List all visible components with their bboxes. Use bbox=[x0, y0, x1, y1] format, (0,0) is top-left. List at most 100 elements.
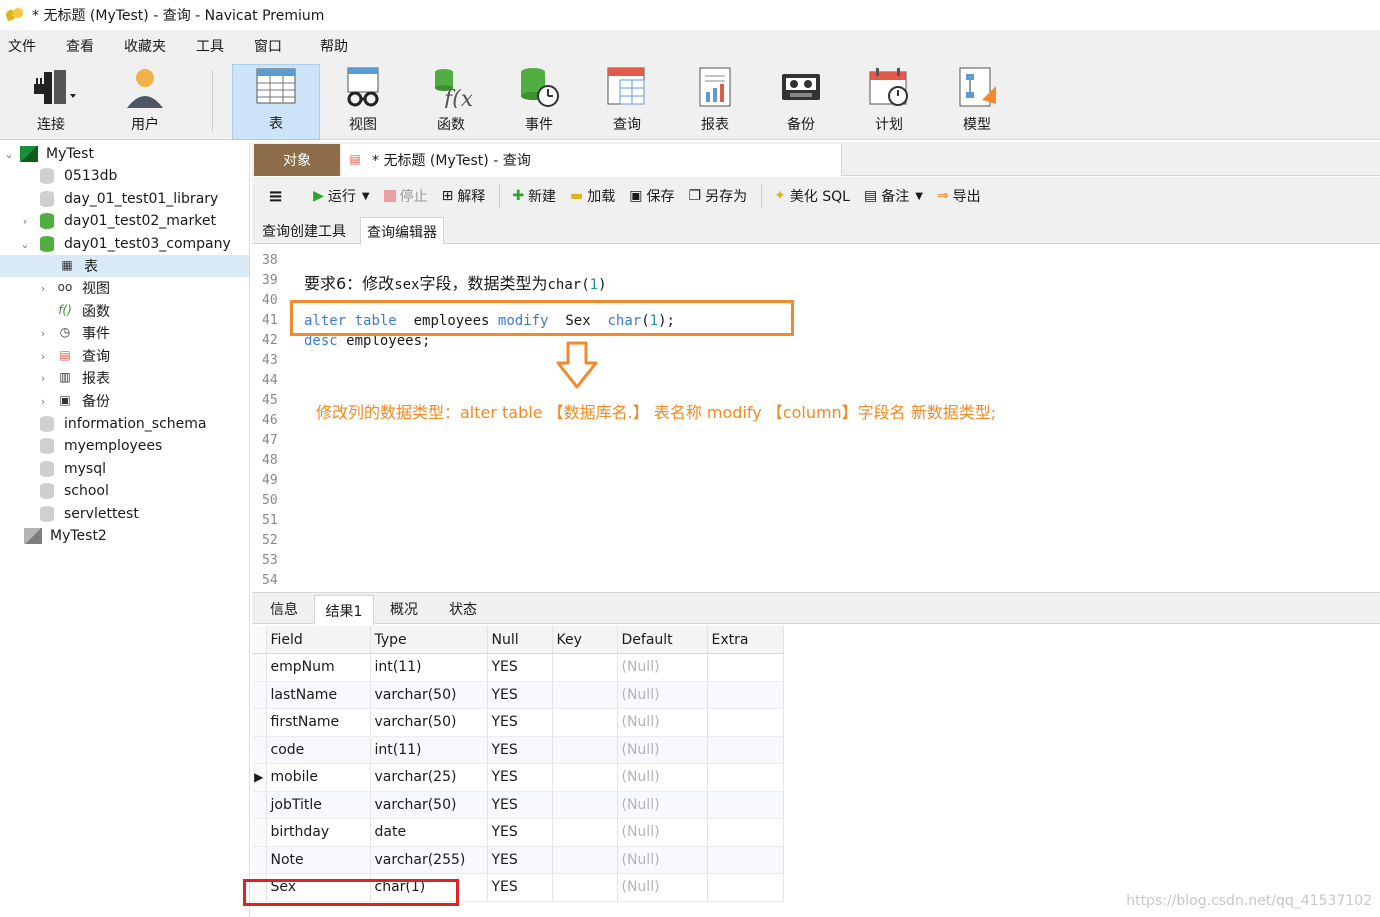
cell-field[interactable]: jobTitle bbox=[266, 791, 371, 819]
explain-button[interactable]: ⊞ 解释 bbox=[442, 186, 486, 206]
cell-default[interactable]: (Null) bbox=[617, 708, 708, 737]
chevron-right-icon[interactable]: › bbox=[36, 372, 50, 385]
backup-button[interactable]: 备份 bbox=[768, 64, 834, 140]
tree-connection-mytest[interactable]: ⌄ MyTest bbox=[2, 143, 94, 165]
tree-backups[interactable]: › ▣ 备份 bbox=[36, 390, 110, 412]
chevron-right-icon[interactable]: › bbox=[18, 215, 32, 228]
column-header[interactable]: Default bbox=[617, 626, 708, 654]
beautify-sql-button[interactable]: ✦ 美化 SQL bbox=[774, 186, 850, 206]
table-row[interactable]: Note varchar(255) YES (Null) bbox=[252, 846, 784, 874]
tree-functions[interactable]: f() 函数 bbox=[56, 300, 110, 322]
column-header[interactable]: Type bbox=[370, 626, 488, 654]
cell-key[interactable] bbox=[552, 736, 618, 764]
cell-null[interactable]: YES bbox=[487, 763, 553, 792]
schedule-button[interactable]: 计划 bbox=[856, 64, 922, 140]
query-button[interactable]: 查询 bbox=[594, 64, 660, 140]
view-button[interactable]: 视图 bbox=[330, 64, 396, 140]
tab-query[interactable]: ▤ * 无标题 (MyTest) - 查询 bbox=[342, 144, 842, 176]
tree-views[interactable]: › oo 视图 bbox=[36, 277, 110, 299]
tab-query-builder[interactable]: 查询创建工具 bbox=[256, 217, 352, 244]
cell-key[interactable] bbox=[552, 846, 618, 874]
save-as-button[interactable]: ❐ 另存为 bbox=[689, 186, 748, 206]
tab-info[interactable]: 信息 bbox=[256, 595, 312, 623]
menu-file[interactable]: 文件 bbox=[4, 36, 40, 56]
cell-field[interactable]: code bbox=[266, 736, 371, 764]
table-row[interactable]: code int(11) YES (Null) bbox=[252, 736, 784, 764]
cell-field[interactable]: birthday bbox=[266, 818, 371, 847]
cell-type[interactable]: varchar(50) bbox=[370, 791, 488, 819]
cell-default[interactable]: (Null) bbox=[617, 736, 708, 764]
column-header[interactable]: Null bbox=[487, 626, 553, 654]
table-row[interactable]: empNum int(11) YES (Null) bbox=[252, 653, 784, 682]
connect-button[interactable]: 连接 bbox=[18, 64, 84, 140]
cell-field[interactable]: mobile bbox=[266, 763, 371, 792]
chevron-right-icon[interactable]: › bbox=[36, 282, 50, 295]
export-button[interactable]: ⇒ 导出 bbox=[937, 186, 981, 206]
tree-db-0513db[interactable]: 0513db bbox=[40, 165, 117, 187]
tab-profile[interactable]: 概况 bbox=[376, 595, 432, 623]
cell-extra[interactable] bbox=[707, 873, 784, 902]
table-row[interactable]: firstName varchar(50) YES (Null) bbox=[252, 708, 784, 737]
tree-db-library[interactable]: day_01_test01_library bbox=[40, 188, 218, 210]
cell-extra[interactable] bbox=[707, 818, 784, 847]
cell-default[interactable]: (Null) bbox=[617, 818, 708, 847]
stop-button[interactable]: 停止 bbox=[383, 186, 428, 206]
cell-extra[interactable] bbox=[707, 708, 784, 737]
results-grid[interactable]: Field Type Null Key Default Extra empNum… bbox=[252, 626, 1380, 917]
cell-key[interactable] bbox=[552, 653, 618, 682]
cell-key[interactable] bbox=[552, 681, 618, 709]
tab-query-editor[interactable]: 查询编辑器 bbox=[360, 217, 444, 245]
cell-key[interactable] bbox=[552, 708, 618, 737]
chevron-down-icon[interactable]: ▼ bbox=[362, 191, 370, 202]
tree-db-school[interactable]: school bbox=[40, 480, 109, 502]
tree-reports[interactable]: › ▥ 报表 bbox=[36, 367, 110, 389]
tree-tables[interactable]: ▦ 表 bbox=[0, 255, 249, 277]
tab-result1[interactable]: 结果1 bbox=[314, 595, 374, 625]
tree-queries[interactable]: › ▤ 查询 bbox=[36, 345, 110, 367]
tree-db-mysql[interactable]: mysql bbox=[40, 458, 106, 480]
column-header[interactable]: Field bbox=[266, 626, 371, 654]
hamburger-menu-icon[interactable]: ≡ bbox=[268, 186, 283, 207]
cell-type[interactable]: varchar(255) bbox=[370, 846, 488, 874]
note-button[interactable]: ▤ 备注 ▼ bbox=[864, 186, 923, 206]
menu-favorites[interactable]: 收藏夹 bbox=[120, 36, 170, 56]
chevron-right-icon[interactable]: › bbox=[36, 395, 50, 408]
function-button[interactable]: f(x) 函数 bbox=[418, 64, 484, 140]
cell-field[interactable]: Note bbox=[266, 846, 371, 874]
cell-default[interactable]: (Null) bbox=[617, 846, 708, 874]
cell-extra[interactable] bbox=[707, 846, 784, 874]
load-button[interactable]: ▬ 加载 bbox=[570, 186, 615, 206]
cell-type[interactable]: varchar(50) bbox=[370, 681, 488, 709]
chevron-down-icon[interactable]: ⌄ bbox=[2, 148, 16, 161]
tree-events[interactable]: › ◷ 事件 bbox=[36, 322, 110, 344]
cell-null[interactable]: YES bbox=[487, 681, 553, 709]
chevron-down-icon[interactable]: ⌄ bbox=[18, 238, 32, 251]
cell-null[interactable]: YES bbox=[487, 791, 553, 819]
cell-extra[interactable] bbox=[707, 736, 784, 764]
run-button[interactable]: ▶ 运行 ▼ bbox=[313, 186, 369, 206]
cell-default[interactable]: (Null) bbox=[617, 791, 708, 819]
column-header[interactable]: Extra bbox=[707, 626, 784, 654]
cell-null[interactable]: YES bbox=[487, 736, 553, 764]
menu-help[interactable]: 帮助 bbox=[316, 36, 352, 56]
cell-type[interactable]: int(11) bbox=[370, 736, 488, 764]
table-row[interactable]: jobTitle varchar(50) YES (Null) bbox=[252, 791, 784, 819]
tab-objects[interactable]: 对象 bbox=[254, 144, 340, 176]
cell-default[interactable]: (Null) bbox=[617, 681, 708, 709]
cell-key[interactable] bbox=[552, 818, 618, 847]
cell-field[interactable]: firstName bbox=[266, 708, 371, 737]
tree-db-information-schema[interactable]: information_schema bbox=[40, 413, 207, 435]
cell-extra[interactable] bbox=[707, 681, 784, 709]
cell-null[interactable]: YES bbox=[487, 873, 553, 902]
table-button[interactable]: 表 bbox=[232, 64, 320, 140]
tab-status[interactable]: 状态 bbox=[434, 595, 492, 623]
cell-type[interactable]: int(11) bbox=[370, 653, 488, 682]
cell-null[interactable]: YES bbox=[487, 653, 553, 682]
cell-type[interactable]: date bbox=[370, 818, 488, 847]
event-button[interactable]: 事件 bbox=[506, 64, 572, 140]
chevron-right-icon[interactable]: › bbox=[36, 350, 50, 363]
tree-db-market[interactable]: › day01_test02_market bbox=[18, 210, 216, 232]
cell-type[interactable]: varchar(25) bbox=[370, 763, 488, 792]
cell-null[interactable]: YES bbox=[487, 846, 553, 874]
cell-default[interactable]: (Null) bbox=[617, 653, 708, 682]
